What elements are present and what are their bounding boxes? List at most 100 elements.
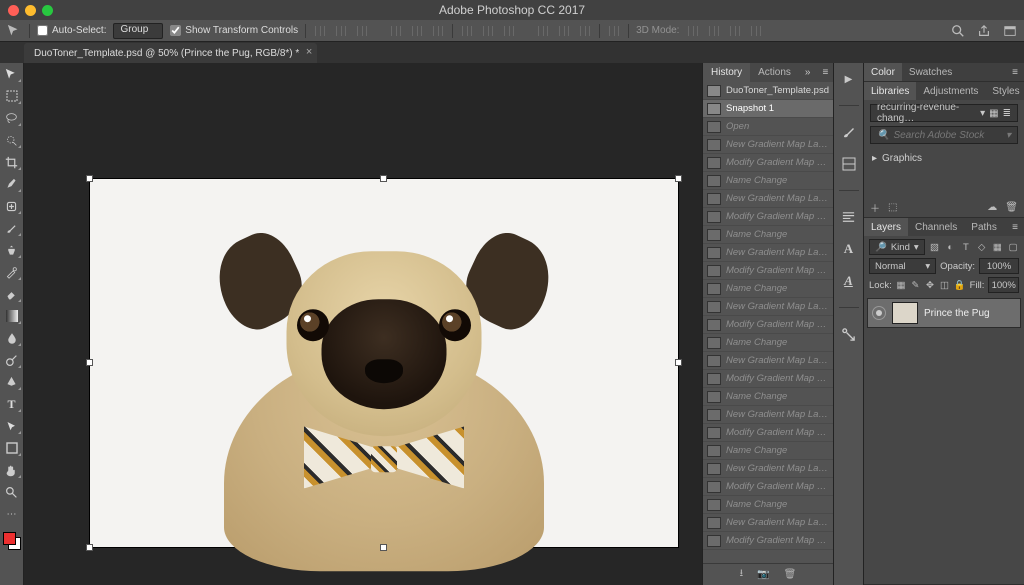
add-content-icon[interactable]: ＋ bbox=[870, 200, 880, 215]
window-minimize-button[interactable] bbox=[25, 5, 36, 16]
layer-row[interactable]: Prince the Pug bbox=[867, 298, 1021, 328]
history-row[interactable]: Modify Gradient Map La… bbox=[703, 424, 833, 442]
layer-filter-kind[interactable]: 🔎 Kind ▾ bbox=[869, 239, 925, 255]
marquee-tool[interactable] bbox=[2, 87, 22, 105]
history-row[interactable]: Open bbox=[703, 118, 833, 136]
info-panel-icon[interactable] bbox=[839, 324, 859, 344]
history-row[interactable]: New Gradient Map Layer bbox=[703, 514, 833, 532]
history-row[interactable]: Name Change bbox=[703, 442, 833, 460]
transform-handle-tl[interactable] bbox=[86, 175, 93, 182]
glyphs-panel-icon[interactable]: A bbox=[839, 271, 859, 291]
canvas-area[interactable] bbox=[24, 63, 702, 585]
new-snapshot-icon[interactable]: 📷 bbox=[757, 569, 769, 580]
lock-artboard-icon[interactable]: ◫ bbox=[939, 278, 950, 292]
add-from-doc-icon[interactable]: ⬚ bbox=[888, 202, 897, 213]
lock-transparency-icon[interactable]: ▦ bbox=[896, 278, 907, 292]
history-row[interactable]: Name Change bbox=[703, 388, 833, 406]
character-panel-icon[interactable]: A bbox=[839, 239, 859, 259]
auto-select-mode-select[interactable]: Group bbox=[113, 23, 163, 39]
align-horizontal-centers-icon[interactable] bbox=[410, 24, 424, 38]
view-list-icon[interactable]: ≣ bbox=[1003, 108, 1011, 119]
gradient-tool[interactable] bbox=[2, 307, 22, 325]
delete-state-icon[interactable]: 🗑 bbox=[784, 569, 797, 580]
auto-select-checkbox[interactable]: Auto-Select: bbox=[37, 25, 106, 36]
3d-slide-icon[interactable] bbox=[728, 24, 742, 38]
history-row[interactable]: Modify Gradient Map La… bbox=[703, 478, 833, 496]
history-row[interactable]: New Gradient Map Layer bbox=[703, 190, 833, 208]
history-row[interactable]: New Gradient Map Layer bbox=[703, 244, 833, 262]
history-row[interactable]: Modify Gradient Map La… bbox=[703, 370, 833, 388]
distribute-vcenter-icon[interactable] bbox=[481, 24, 495, 38]
history-row[interactable]: New Gradient Map Layer bbox=[703, 352, 833, 370]
history-row[interactable]: Name Change bbox=[703, 172, 833, 190]
transform-handle-mr[interactable] bbox=[675, 359, 682, 366]
distribute-left-icon[interactable] bbox=[536, 24, 550, 38]
history-row[interactable]: Modify Gradient Map La… bbox=[703, 532, 833, 550]
lock-pixels-icon[interactable]: ✎ bbox=[910, 278, 921, 292]
panel-menu-icon[interactable]: ≡ bbox=[816, 67, 834, 78]
brush-tool[interactable] bbox=[2, 219, 22, 237]
library-search-input[interactable]: 🔍 Search Adobe Stock ▾ bbox=[870, 126, 1018, 144]
history-row[interactable]: Name Change bbox=[703, 280, 833, 298]
blend-mode-select[interactable]: Normal▾ bbox=[869, 258, 936, 274]
tab-color[interactable]: Color bbox=[864, 63, 902, 81]
crop-tool[interactable] bbox=[2, 153, 22, 171]
brush-settings-icon[interactable] bbox=[839, 122, 859, 142]
library-select[interactable]: recurring-revenue-chang… ▾ ▦ ≣ bbox=[870, 104, 1018, 122]
layer-thumbnail[interactable] bbox=[892, 302, 918, 324]
align-left-edges-icon[interactable] bbox=[389, 24, 403, 38]
filter-adjust-icon[interactable]: ◐ bbox=[944, 240, 956, 254]
fill-input[interactable]: 100% bbox=[988, 277, 1019, 293]
history-brush-tool[interactable] bbox=[2, 263, 22, 281]
eyedropper-tool[interactable] bbox=[2, 175, 22, 193]
align-top-edges-icon[interactable] bbox=[313, 24, 327, 38]
opacity-input[interactable]: 100% bbox=[979, 258, 1019, 274]
history-row[interactable]: Modify Gradient Map La… bbox=[703, 262, 833, 280]
dodge-tool[interactable] bbox=[2, 351, 22, 369]
history-row[interactable]: New Gradient Map Layer bbox=[703, 136, 833, 154]
filter-pixel-icon[interactable]: ▧ bbox=[929, 240, 941, 254]
edit-toolbar-icon[interactable]: ⋯ bbox=[2, 505, 22, 523]
tab-layers[interactable]: Layers bbox=[864, 218, 908, 236]
history-row[interactable]: New Gradient Map Layer bbox=[703, 406, 833, 424]
3d-orbit-icon[interactable] bbox=[686, 24, 700, 38]
clone-stamp-tool[interactable] bbox=[2, 241, 22, 259]
layer-name-label[interactable]: Prince the Pug bbox=[924, 308, 990, 319]
tab-libraries[interactable]: Libraries bbox=[864, 82, 916, 100]
history-row[interactable]: New Gradient Map Layer bbox=[703, 460, 833, 478]
panel-collapse-icon[interactable]: » bbox=[799, 67, 817, 78]
distribute-top-icon[interactable] bbox=[460, 24, 474, 38]
document-canvas[interactable] bbox=[90, 179, 678, 547]
new-document-from-state-icon[interactable]: ⭳ bbox=[740, 566, 744, 583]
layer-visibility-icon[interactable] bbox=[872, 306, 886, 320]
transform-handle-tm[interactable] bbox=[380, 175, 387, 182]
libraries-sync-icon[interactable]: ☁ bbox=[987, 202, 997, 213]
history-row[interactable]: New Gradient Map Layer bbox=[703, 298, 833, 316]
quick-select-tool[interactable] bbox=[2, 131, 22, 149]
tab-adjustments[interactable]: Adjustments bbox=[916, 82, 985, 100]
history-row[interactable]: DuoToner_Template.psd bbox=[703, 82, 833, 100]
show-transform-checkbox[interactable]: Show Transform Controls bbox=[170, 25, 298, 36]
tab-channels[interactable]: Channels bbox=[908, 218, 964, 236]
tab-paths[interactable]: Paths bbox=[964, 218, 1004, 236]
tab-actions[interactable]: Actions bbox=[750, 63, 799, 82]
3d-camera-icon[interactable] bbox=[749, 24, 763, 38]
history-row[interactable]: Name Change bbox=[703, 334, 833, 352]
brush-presets-icon[interactable] bbox=[839, 154, 859, 174]
healing-brush-tool[interactable] bbox=[2, 197, 22, 215]
foreground-color-swatch[interactable] bbox=[3, 532, 16, 545]
filter-toggle-icon[interactable]: ▢ bbox=[1007, 240, 1019, 254]
workspace-menu-icon[interactable] bbox=[1002, 23, 1018, 39]
tab-history[interactable]: History bbox=[703, 63, 750, 82]
rectangle-tool[interactable] bbox=[2, 439, 22, 457]
window-close-button[interactable] bbox=[8, 5, 19, 16]
filter-shape-icon[interactable]: ◇ bbox=[976, 240, 988, 254]
layers-panel-menu-icon[interactable]: ≡ bbox=[1006, 222, 1024, 233]
move-tool[interactable] bbox=[2, 65, 22, 83]
transform-handle-ml[interactable] bbox=[86, 359, 93, 366]
libraries-delete-icon[interactable]: 🗑 bbox=[1005, 202, 1018, 213]
3d-pan-icon[interactable] bbox=[707, 24, 721, 38]
play-actions-icon[interactable]: ▶ bbox=[839, 69, 859, 89]
pen-tool[interactable] bbox=[2, 373, 22, 391]
blur-tool[interactable] bbox=[2, 329, 22, 347]
